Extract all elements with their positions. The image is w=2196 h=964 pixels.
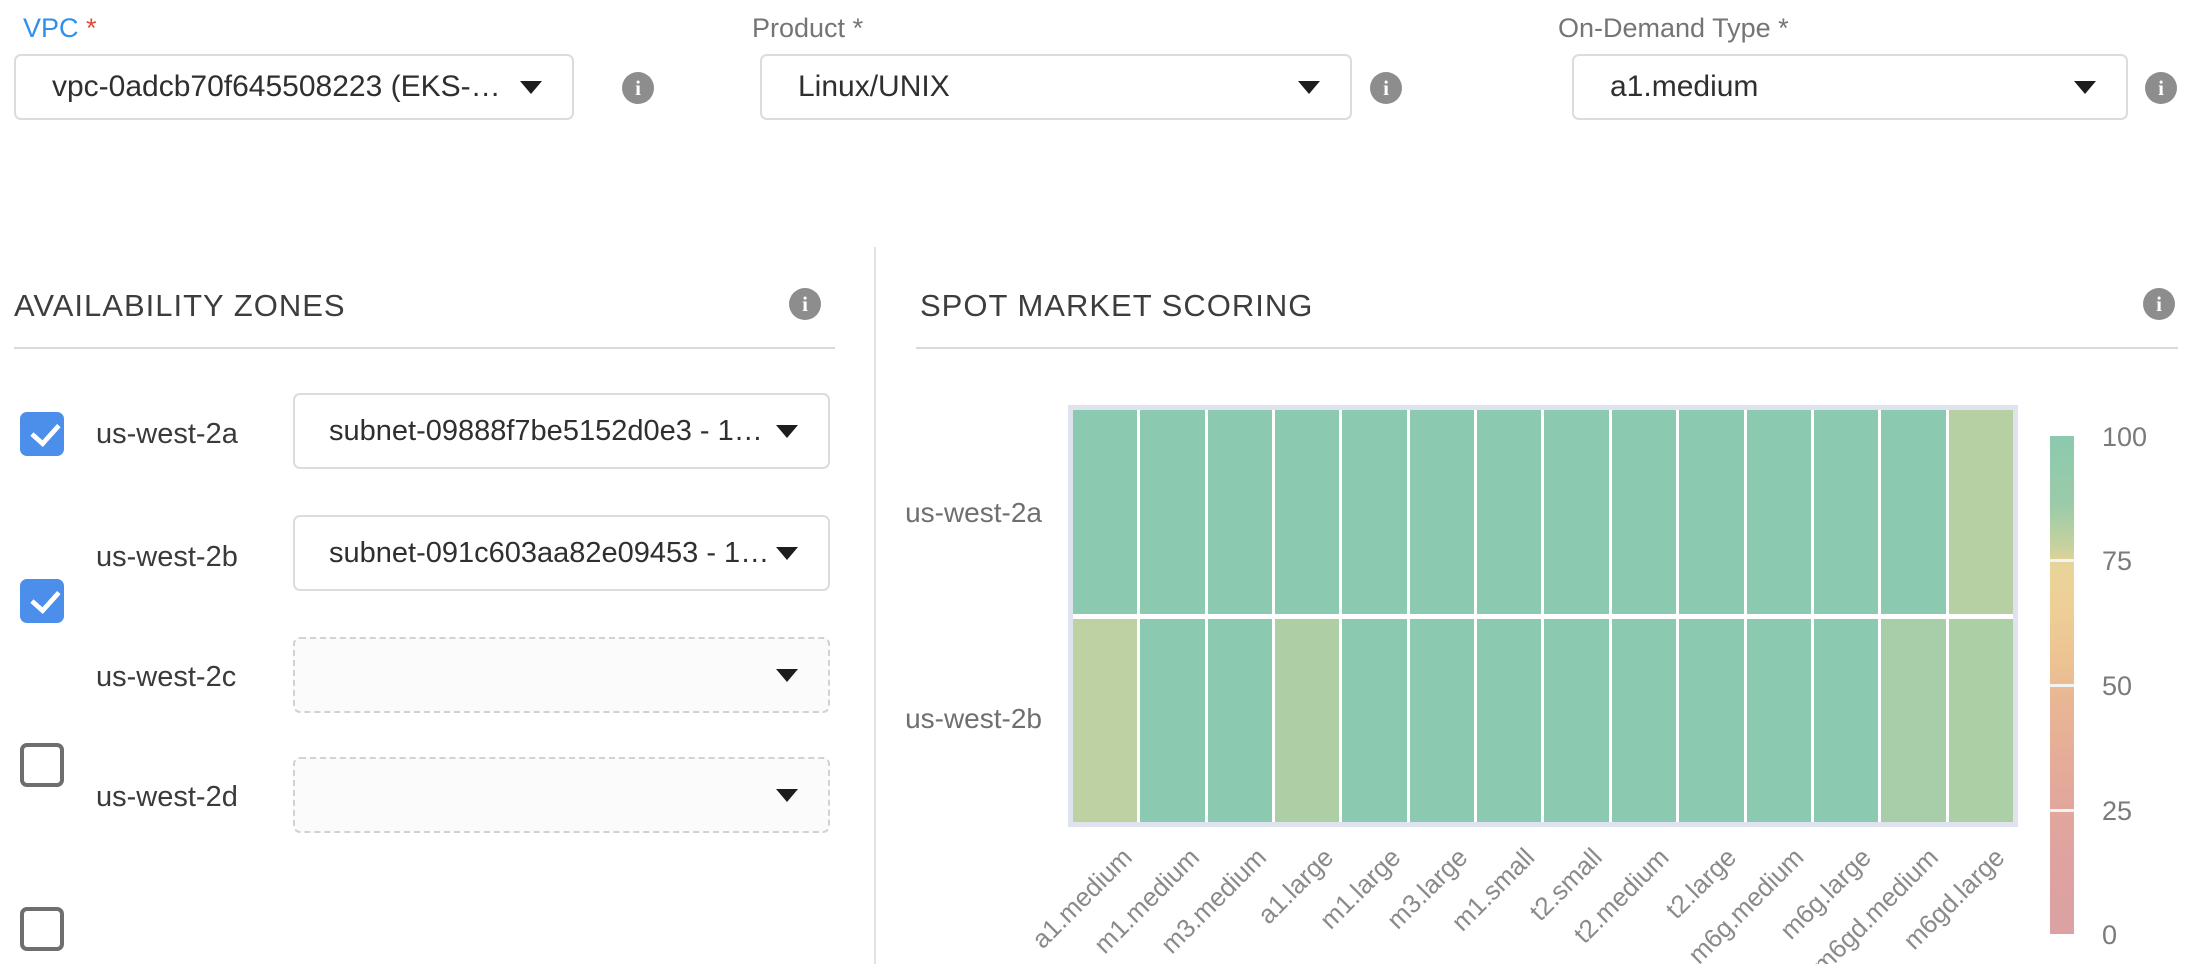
subnet-select-us-west-2b[interactable]: subnet-091c603aa82e09453 - 192.168… [293, 515, 830, 591]
product-select[interactable]: Linux/UNIX [760, 54, 1352, 120]
heatmap-cell [1208, 619, 1272, 823]
chevron-down-icon [1298, 81, 1320, 94]
subnet-select-us-west-2d[interactable] [293, 757, 830, 833]
subnet-select-us-west-2c[interactable] [293, 637, 830, 713]
heatmap-cell [1814, 619, 1878, 823]
heatmap-cell [1208, 410, 1272, 614]
chevron-down-icon [2074, 81, 2096, 94]
availability-zones-title: AVAILABILITY ZONES [14, 288, 346, 324]
colorbar-tick-25 [2050, 809, 2074, 812]
colorbar-tick-50 [2050, 684, 2074, 687]
on-demand-type-info-icon[interactable]: i [2145, 72, 2177, 104]
colorbar-label-75: 75 [2102, 545, 2132, 577]
heatmap-cell [1814, 410, 1878, 614]
heatmap-x-axis: a1.mediumm1.mediumm3.mediuma1.largem1.la… [0, 842, 2196, 964]
heatmap-cell [1410, 619, 1474, 823]
spot-configuration-page: VPC * vpc-0adcb70f645508223 (EKS-VPC) i … [0, 0, 2196, 964]
heatmap-cell [1275, 619, 1339, 823]
vpc-required-asterisk: * [86, 13, 97, 43]
colorbar-label-25: 25 [2102, 795, 2132, 827]
info-glyph: i [1383, 76, 1389, 101]
heatmap-cell [1140, 619, 1204, 823]
availability-zones-divider [14, 347, 835, 349]
az-checkbox-us-west-2a[interactable] [20, 412, 64, 456]
heatmap-grid [1073, 410, 2013, 822]
vpc-select-value: vpc-0adcb70f645508223 (EKS-VPC) [16, 70, 520, 104]
heatmap-y-label-us-west-2b: us-west-2b [832, 703, 1042, 735]
heatmap-cell [1881, 410, 1945, 614]
on-demand-type-label: On-Demand Type * [1558, 12, 1789, 44]
az-checkbox-us-west-2c[interactable] [20, 743, 64, 787]
subnet-select-value: subnet-091c603aa82e09453 - 192.168… [295, 537, 776, 570]
heatmap-cell [1949, 410, 2013, 614]
chevron-down-icon [776, 669, 798, 682]
on-demand-type-select-value: a1.medium [1574, 70, 2074, 104]
colorbar-label-0: 0 [2102, 919, 2117, 951]
vpc-select[interactable]: vpc-0adcb70f645508223 (EKS-VPC) [14, 54, 574, 120]
heatmap-cell [1679, 619, 1743, 823]
chevron-down-icon [776, 789, 798, 802]
colorbar-tick-75 [2050, 559, 2074, 562]
heatmap-plot-area [1068, 405, 2018, 827]
heatmap-cell [1544, 619, 1608, 823]
heatmap-cell [1881, 619, 1945, 823]
vpc-label-text: VPC [23, 13, 79, 43]
heatmap-cell [1477, 410, 1541, 614]
heatmap-cell [1747, 619, 1811, 823]
on-demand-type-required-asterisk: * [1778, 13, 1789, 43]
az-label-us-west-2c: us-west-2c [96, 655, 236, 699]
product-label: Product * [752, 12, 863, 44]
product-select-value: Linux/UNIX [762, 70, 1298, 104]
spot-market-scoring-title: SPOT MARKET SCORING [920, 288, 1313, 324]
heatmap-cell [1342, 410, 1406, 614]
az-checkbox-us-west-2b[interactable] [20, 579, 64, 623]
az-label-us-west-2a: us-west-2a [96, 412, 238, 456]
heatmap-cell [1747, 410, 1811, 614]
chevron-down-icon [776, 547, 798, 560]
subnet-select-value: subnet-09888f7be5152d0e3 - 192.168… [295, 415, 776, 448]
product-label-text: Product [752, 13, 845, 43]
heatmap-cell [1342, 619, 1406, 823]
spot-market-divider [916, 347, 2178, 349]
availability-zones-info-icon[interactable]: i [789, 288, 821, 320]
checkmark-icon [30, 416, 61, 447]
heatmap-cell [1073, 619, 1137, 823]
heatmap-y-label-us-west-2a: us-west-2a [832, 497, 1042, 529]
on-demand-type-label-text: On-Demand Type [1558, 13, 1771, 43]
heatmap-cell [1679, 410, 1743, 614]
heatmap-cell [1612, 619, 1676, 823]
heatmap-cell [1949, 619, 2013, 823]
heatmap-cell [1275, 410, 1339, 614]
info-glyph: i [2158, 76, 2164, 101]
vpc-label: VPC * [23, 12, 97, 44]
chevron-down-icon [520, 81, 542, 94]
colorbar-label-100: 100 [2102, 421, 2147, 453]
subnet-select-us-west-2a[interactable]: subnet-09888f7be5152d0e3 - 192.168… [293, 393, 830, 469]
info-glyph: i [802, 292, 808, 317]
az-label-us-west-2b: us-west-2b [96, 535, 238, 579]
vpc-info-icon[interactable]: i [622, 72, 654, 104]
product-required-asterisk: * [853, 13, 864, 43]
az-label-us-west-2d: us-west-2d [96, 775, 238, 819]
heatmap-cell [1544, 410, 1608, 614]
colorbar-label-50: 50 [2102, 670, 2132, 702]
chevron-down-icon [776, 425, 798, 438]
heatmap-cell [1612, 410, 1676, 614]
checkmark-icon [30, 583, 61, 614]
info-glyph: i [635, 76, 641, 101]
heatmap-cell [1140, 410, 1204, 614]
product-info-icon[interactable]: i [1370, 72, 1402, 104]
info-glyph: i [2156, 292, 2162, 317]
heatmap-colorbar [2050, 436, 2074, 934]
heatmap-cell [1073, 410, 1137, 614]
heatmap-cell [1477, 619, 1541, 823]
heatmap-cell [1410, 410, 1474, 614]
spot-market-info-icon[interactable]: i [2143, 288, 2175, 320]
on-demand-type-select[interactable]: a1.medium [1572, 54, 2128, 120]
